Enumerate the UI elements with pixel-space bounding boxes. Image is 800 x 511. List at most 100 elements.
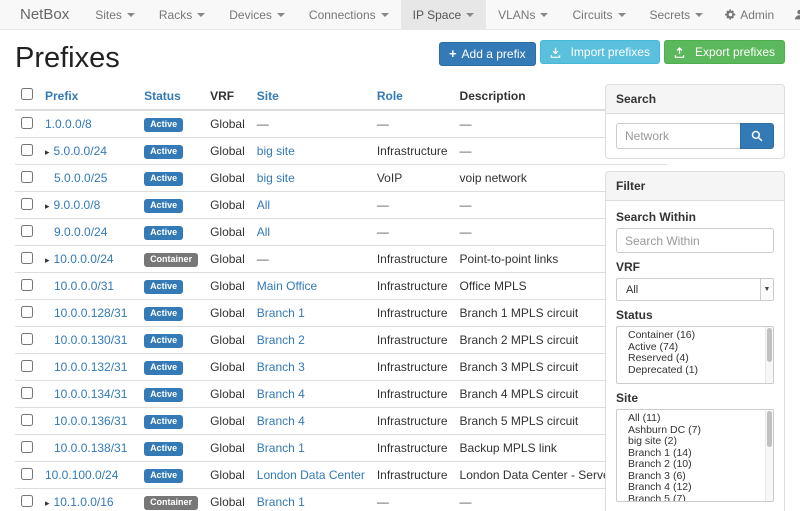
prefix-link[interactable]: 1.0.0.0/8 bbox=[45, 117, 92, 131]
role-cell: — bbox=[371, 110, 454, 138]
scrollbar[interactable] bbox=[765, 410, 773, 501]
nav-item-profile[interactable]: Profile bbox=[784, 0, 800, 29]
row-checkbox[interactable] bbox=[21, 387, 33, 399]
listbox-option[interactable]: Reserved (4) bbox=[617, 353, 763, 365]
filter-panel-title: Filter bbox=[606, 172, 784, 201]
row-checkbox[interactable] bbox=[21, 225, 33, 237]
listbox-option[interactable]: All (11) bbox=[617, 413, 763, 425]
row-checkbox[interactable] bbox=[21, 495, 33, 507]
prefix-link[interactable]: 10.0.0.0/31 bbox=[54, 279, 114, 293]
status-cell: Container bbox=[138, 246, 204, 273]
sort-link[interactable]: Status bbox=[144, 89, 181, 103]
prefix-link[interactable]: 5.0.0.0/25 bbox=[54, 171, 107, 185]
vrf-select[interactable]: All ▼ bbox=[616, 278, 774, 301]
search-button[interactable] bbox=[740, 123, 774, 149]
search-within-input[interactable] bbox=[616, 228, 774, 253]
nav-item-ip-space[interactable]: IP Space bbox=[401, 0, 486, 29]
site-link[interactable]: Branch 4 bbox=[257, 414, 305, 428]
site-link[interactable]: Main Office bbox=[257, 279, 317, 293]
site-link[interactable]: Branch 2 bbox=[257, 333, 305, 347]
prefix-link[interactable]: 10.0.0.0/24 bbox=[54, 252, 114, 266]
row-checkbox[interactable] bbox=[21, 252, 33, 264]
expand-arrow-icon[interactable]: ▸ bbox=[45, 201, 50, 211]
site-link[interactable]: Branch 1 bbox=[257, 441, 305, 455]
listbox-option[interactable]: Deprecated (1) bbox=[617, 365, 763, 377]
row-checkbox[interactable] bbox=[21, 198, 33, 210]
caret-icon bbox=[466, 13, 474, 17]
nav-item-secrets[interactable]: Secrets bbox=[638, 0, 716, 29]
nav-item-racks[interactable]: Racks bbox=[147, 0, 217, 29]
empty-value: — bbox=[460, 198, 472, 212]
site-listbox[interactable]: All (11)Ashburn DC (7)big site (2)Branch… bbox=[616, 409, 774, 502]
row-checkbox[interactable] bbox=[21, 306, 33, 318]
status-cell: Active bbox=[138, 381, 204, 408]
site-cell: — bbox=[251, 246, 371, 273]
site-link[interactable]: London Data Center bbox=[257, 468, 365, 482]
prefix-cell: 10.0.0.136/31 bbox=[39, 408, 138, 435]
listbox-option[interactable]: big site (2) bbox=[617, 436, 763, 448]
row-checkbox[interactable] bbox=[21, 117, 33, 129]
listbox-option[interactable]: Branch 4 (12) bbox=[617, 482, 763, 494]
site-link[interactable]: Branch 1 bbox=[257, 306, 305, 320]
prefix-link[interactable]: 9.0.0.0/8 bbox=[54, 198, 101, 212]
prefix-link[interactable]: 10.0.0.134/31 bbox=[54, 387, 127, 401]
site-link[interactable]: All bbox=[257, 198, 270, 212]
row-checkbox[interactable] bbox=[21, 414, 33, 426]
site-link[interactable]: Branch 3 bbox=[257, 360, 305, 374]
prefix-link[interactable]: 10.0.0.136/31 bbox=[54, 414, 127, 428]
row-checkbox[interactable] bbox=[21, 144, 33, 156]
row-checkbox[interactable] bbox=[21, 360, 33, 372]
role-cell: Infrastructure bbox=[371, 273, 454, 300]
select-all-checkbox[interactable] bbox=[21, 88, 33, 100]
table-row: ▸9.0.0.0/8ActiveGlobalAll—— bbox=[15, 192, 667, 219]
import-prefixes-button[interactable]: Import prefixes bbox=[540, 40, 660, 64]
nav-item-admin[interactable]: Admin bbox=[715, 0, 784, 29]
site-link[interactable]: All bbox=[257, 225, 270, 239]
row-select-cell bbox=[15, 165, 39, 192]
row-checkbox[interactable] bbox=[21, 171, 33, 183]
listbox-option[interactable]: Container (16) bbox=[617, 330, 763, 342]
expand-arrow-icon[interactable]: ▸ bbox=[45, 147, 50, 157]
prefix-link[interactable]: 10.1.0.0/16 bbox=[54, 495, 114, 509]
expand-arrow-icon[interactable]: ▸ bbox=[45, 498, 50, 508]
nav-item-connections[interactable]: Connections bbox=[297, 0, 401, 29]
row-checkbox[interactable] bbox=[21, 333, 33, 345]
prefix-link[interactable]: 10.0.0.138/31 bbox=[54, 441, 127, 455]
site-link[interactable]: Branch 4 bbox=[257, 387, 305, 401]
row-checkbox[interactable] bbox=[21, 468, 33, 480]
status-listbox[interactable]: Container (16)Active (74)Reserved (4)Dep… bbox=[616, 326, 774, 384]
nav-item-sites[interactable]: Sites bbox=[83, 0, 147, 29]
listbox-option[interactable]: Branch 5 (7) bbox=[617, 494, 763, 503]
prefix-link[interactable]: 10.0.0.132/31 bbox=[54, 360, 127, 374]
listbox-option[interactable]: Branch 2 (10) bbox=[617, 459, 763, 471]
empty-value: — bbox=[257, 117, 269, 131]
prefix-link[interactable]: 10.0.0.130/31 bbox=[54, 333, 127, 347]
nav-item-vlans[interactable]: VLANs bbox=[486, 0, 560, 29]
search-input[interactable] bbox=[616, 123, 740, 149]
brand-logo[interactable]: NetBox bbox=[6, 0, 83, 29]
prefix-link[interactable]: 5.0.0.0/24 bbox=[54, 144, 107, 158]
add-a-prefix-button[interactable]: +Add a prefix bbox=[439, 42, 536, 66]
prefix-link[interactable]: 10.0.0.128/31 bbox=[54, 306, 127, 320]
sort-link[interactable]: Prefix bbox=[45, 89, 78, 103]
export-prefixes-button[interactable]: Export prefixes bbox=[664, 40, 785, 64]
expand-arrow-icon[interactable]: ▸ bbox=[45, 255, 50, 265]
prefix-link[interactable]: 10.0.100.0/24 bbox=[45, 468, 118, 482]
status-cell: Active bbox=[138, 435, 204, 462]
row-checkbox[interactable] bbox=[21, 279, 33, 291]
prefix-link[interactable]: 9.0.0.0/24 bbox=[54, 225, 107, 239]
site-link[interactable]: big site bbox=[257, 171, 295, 185]
status-cell: Active bbox=[138, 110, 204, 138]
nav-item-devices[interactable]: Devices bbox=[217, 0, 297, 29]
scrollbar[interactable] bbox=[765, 327, 773, 383]
role-cell: VoIP bbox=[371, 165, 454, 192]
sort-link[interactable]: Role bbox=[377, 89, 403, 103]
site-label: Site bbox=[616, 391, 774, 405]
row-checkbox[interactable] bbox=[21, 441, 33, 453]
top-navbar: NetBox SitesRacksDevicesConnectionsIP Sp… bbox=[0, 0, 800, 30]
sort-link[interactable]: Site bbox=[257, 89, 279, 103]
site-link[interactable]: Branch 1 bbox=[257, 495, 305, 509]
nav-item-circuits[interactable]: Circuits bbox=[560, 0, 637, 29]
site-link[interactable]: big site bbox=[257, 144, 295, 158]
site-cell: London Data Center bbox=[251, 462, 371, 489]
